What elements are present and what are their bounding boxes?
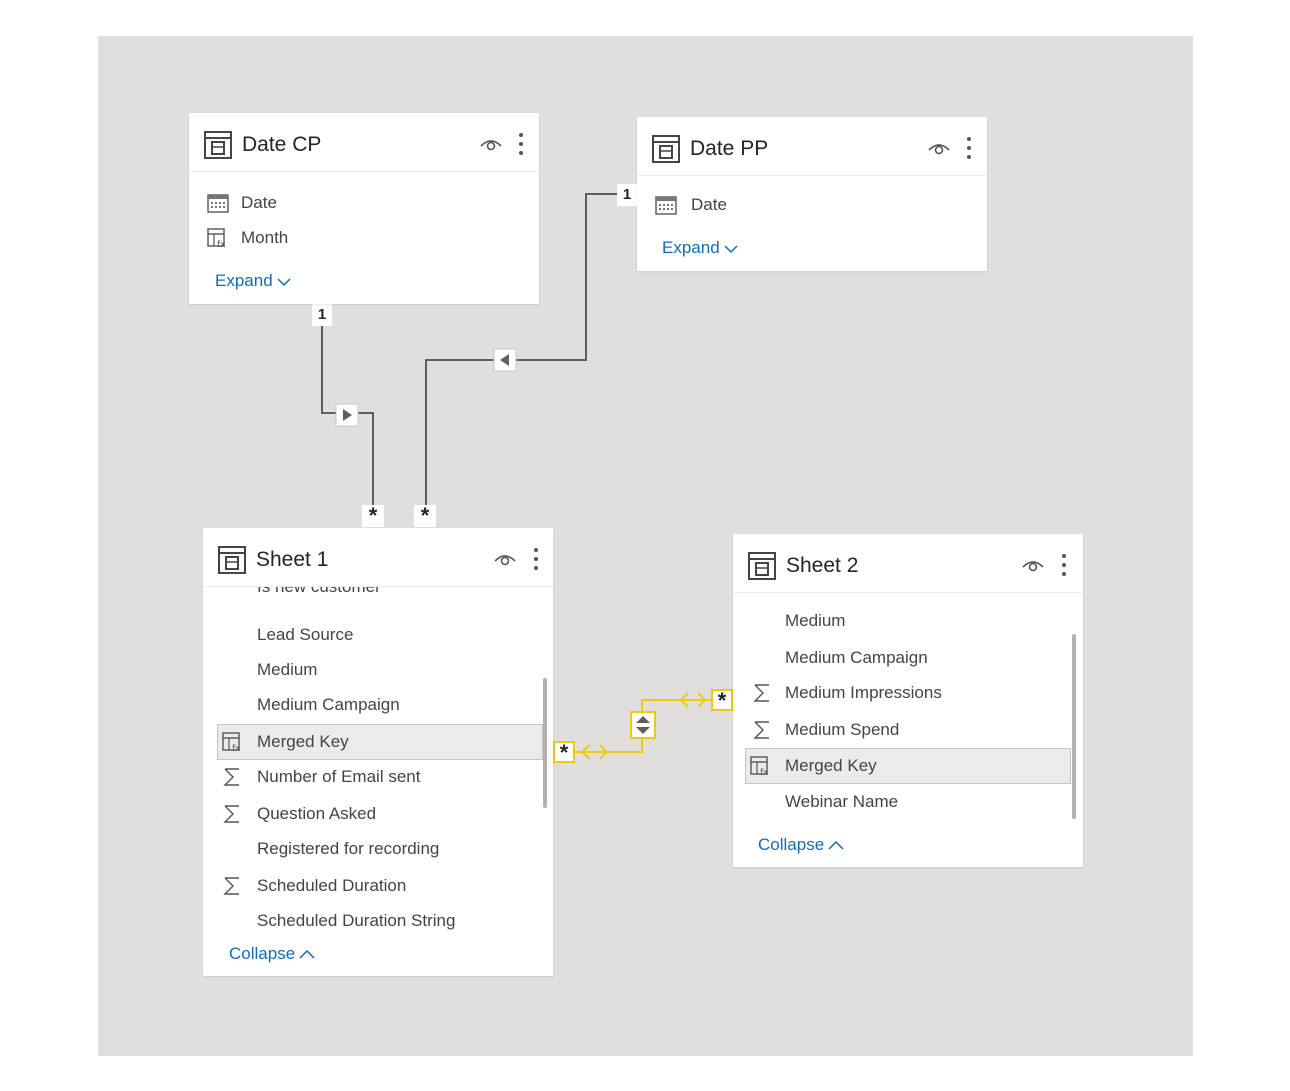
chevron-down-icon bbox=[724, 244, 738, 253]
svg-text:fx: fx bbox=[232, 744, 241, 752]
table-title: Date CP bbox=[242, 133, 322, 156]
field-row[interactable]: Medium Impressions bbox=[747, 676, 1069, 710]
field-row[interactable]: Scheduled Duration bbox=[217, 869, 539, 903]
more-options-icon[interactable] bbox=[532, 546, 540, 572]
field-row[interactable]: Is new customer bbox=[217, 587, 539, 604]
field-label: Registered for recording bbox=[257, 839, 440, 858]
svg-text:fx: fx bbox=[760, 768, 769, 776]
field-row[interactable]: Webinar Name bbox=[747, 785, 1069, 819]
chevron-up-icon bbox=[828, 840, 844, 850]
expand-label: Expand bbox=[662, 238, 720, 257]
field-label: Date bbox=[691, 195, 727, 214]
field-label: Medium bbox=[257, 660, 318, 679]
field-label: Scheduled Duration bbox=[257, 876, 407, 895]
table-icon bbox=[204, 131, 232, 159]
table-header[interactable]: Date PP bbox=[637, 117, 987, 176]
table-card-date-cp[interactable]: Date CP Date fx Month Expand bbox=[189, 113, 539, 304]
field-label: Medium Spend bbox=[785, 720, 900, 739]
eye-icon[interactable] bbox=[479, 135, 503, 153]
field-row-selected[interactable]: fx Merged Key bbox=[745, 748, 1071, 784]
table-card-date-pp[interactable]: Date PP Date Expand bbox=[637, 117, 987, 271]
field-row[interactable]: Scheduled Duration String bbox=[217, 904, 539, 934]
field-row[interactable]: Number of Email sent bbox=[217, 760, 539, 794]
field-label: Date bbox=[241, 193, 277, 212]
field-label: Merged Key bbox=[257, 732, 349, 751]
more-options-icon[interactable] bbox=[1060, 552, 1068, 578]
table-title: Date PP bbox=[690, 137, 769, 160]
field-label: Scheduled Duration String bbox=[257, 911, 456, 930]
svg-text:fx: fx bbox=[217, 240, 226, 248]
collapse-link[interactable]: Collapse bbox=[229, 943, 315, 965]
table-icon bbox=[748, 552, 776, 580]
field-label: Question Asked bbox=[257, 804, 377, 823]
field-label: Month bbox=[241, 228, 289, 247]
scrollbar[interactable] bbox=[1072, 634, 1076, 819]
field-label: Number of Email sent bbox=[257, 767, 421, 786]
calculated-column-icon: fx bbox=[207, 228, 226, 248]
eye-icon[interactable] bbox=[1021, 556, 1045, 574]
chevron-up-icon bbox=[299, 949, 315, 959]
field-list[interactable]: Medium Medium Campaign Medium Impression… bbox=[733, 593, 1083, 821]
field-row-selected[interactable]: fx Merged Key bbox=[217, 724, 543, 760]
field-row[interactable]: Lead Source bbox=[217, 618, 539, 652]
field-row[interactable]: fx Month bbox=[203, 221, 525, 255]
sigma-icon bbox=[223, 877, 239, 895]
field-label: Medium bbox=[785, 611, 846, 630]
field-label: Medium Campaign bbox=[785, 648, 928, 667]
scrollbar[interactable] bbox=[543, 678, 547, 808]
cardinality-many-sheet1-b: * bbox=[414, 505, 436, 527]
sigma-icon bbox=[223, 805, 239, 823]
collapse-label: Collapse bbox=[758, 835, 825, 854]
field-row[interactable]: Medium Campaign bbox=[747, 641, 1069, 675]
more-options-icon[interactable] bbox=[965, 135, 973, 161]
expand-label: Expand bbox=[215, 271, 273, 290]
collapse-link[interactable]: Collapse bbox=[758, 834, 844, 856]
field-row[interactable]: Question Asked bbox=[217, 797, 539, 831]
field-label: Lead Source bbox=[257, 625, 354, 644]
table-header[interactable]: Sheet 2 bbox=[733, 534, 1083, 593]
field-label: Merged Key bbox=[785, 756, 877, 775]
field-row[interactable]: Date bbox=[203, 186, 525, 220]
field-row[interactable]: Date bbox=[651, 188, 973, 222]
sigma-icon bbox=[753, 684, 769, 702]
table-title: Sheet 1 bbox=[256, 548, 329, 571]
field-row[interactable]: Medium bbox=[747, 604, 1069, 638]
cardinality-many-sheet1-a: * bbox=[362, 505, 384, 527]
field-row[interactable]: Medium bbox=[217, 653, 539, 687]
cardinality-many-sheet1-c: * bbox=[553, 741, 575, 764]
chevron-down-icon bbox=[277, 277, 291, 286]
table-card-sheet-2[interactable]: Sheet 2 Medium Medium Campaign Medium Im… bbox=[733, 534, 1083, 867]
eye-icon[interactable] bbox=[493, 550, 517, 568]
table-card-sheet-1[interactable]: Sheet 1 Is new customer Lead Source Medi… bbox=[203, 528, 553, 976]
calendar-icon bbox=[207, 194, 229, 213]
cardinality-many-sheet2: * bbox=[711, 689, 733, 712]
calculated-column-icon: fx bbox=[750, 756, 769, 776]
table-header[interactable]: Date CP bbox=[189, 113, 539, 172]
more-options-icon[interactable] bbox=[517, 131, 525, 157]
expand-link[interactable]: Expand bbox=[215, 270, 291, 292]
cardinality-one-datecp: 1 bbox=[312, 304, 332, 326]
calculated-column-icon: fx bbox=[222, 732, 241, 752]
cardinality-one-datepp: 1 bbox=[617, 184, 637, 206]
expand-link[interactable]: Expand bbox=[662, 237, 738, 259]
eye-icon[interactable] bbox=[927, 139, 951, 157]
sigma-icon bbox=[753, 721, 769, 739]
collapse-label: Collapse bbox=[229, 944, 296, 963]
calendar-icon bbox=[655, 196, 677, 215]
field-label: Webinar Name bbox=[785, 792, 899, 811]
sigma-icon bbox=[223, 768, 239, 786]
table-header[interactable]: Sheet 1 bbox=[203, 528, 553, 587]
table-title: Sheet 2 bbox=[786, 554, 859, 577]
field-label: Medium Campaign bbox=[257, 695, 400, 714]
field-list[interactable]: Is new customer Lead Source Medium Mediu… bbox=[203, 587, 553, 934]
field-row[interactable]: Registered for recording bbox=[217, 832, 539, 866]
table-icon bbox=[652, 135, 680, 163]
table-icon bbox=[218, 546, 246, 574]
field-row[interactable]: Medium Spend bbox=[747, 713, 1069, 747]
field-label: Medium Impressions bbox=[785, 683, 942, 702]
field-label: Is new customer bbox=[257, 587, 381, 598]
field-row[interactable]: Medium Campaign bbox=[217, 688, 539, 722]
